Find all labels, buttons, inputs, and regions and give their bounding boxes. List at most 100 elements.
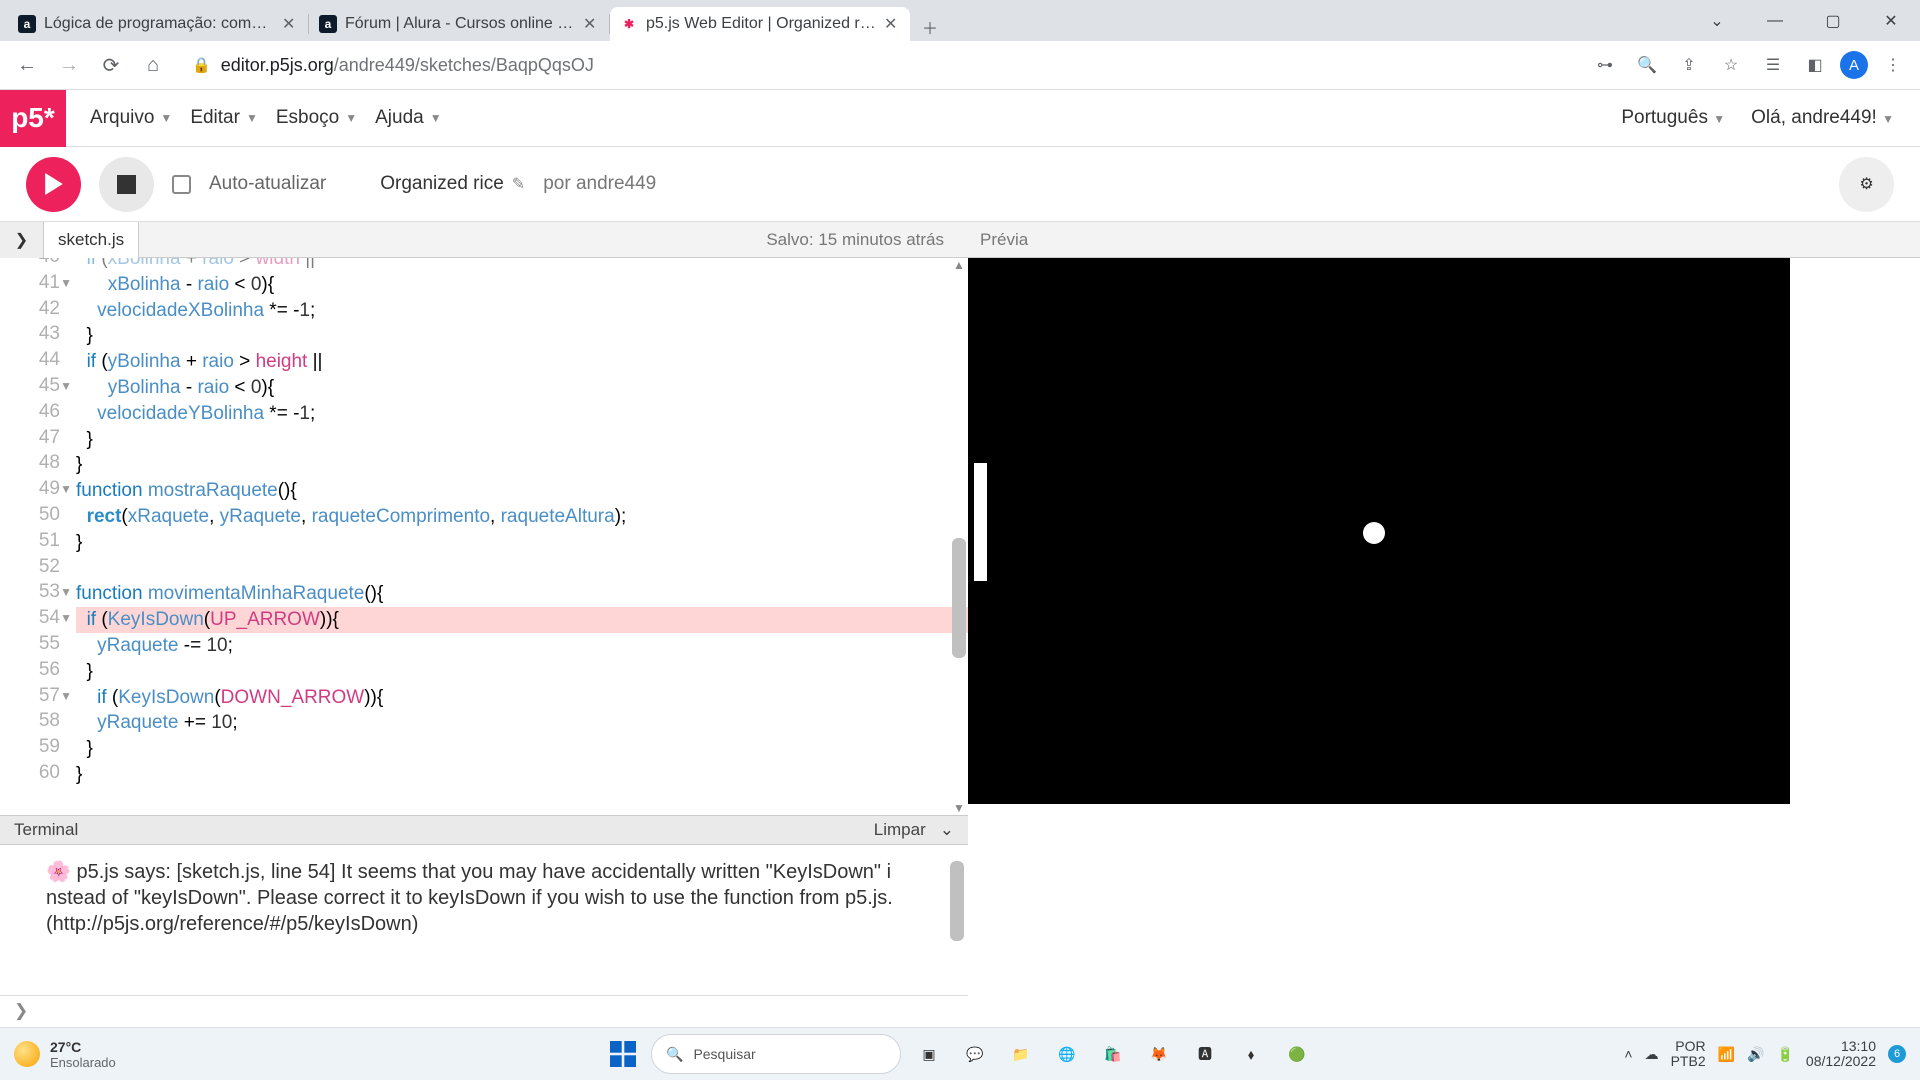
favicon-alura: a (319, 15, 337, 33)
chat-icon[interactable]: 💬 (957, 1036, 993, 1072)
paddle (974, 463, 987, 581)
window-controls: ⌄ — ▢ ✕ (1688, 0, 1920, 41)
favicon-alura: a (18, 15, 36, 33)
minimize-icon[interactable]: — (1746, 0, 1804, 41)
url-host: editor.p5js.org (221, 55, 334, 75)
play-button[interactable] (26, 157, 81, 212)
line-gutter: 4041▼42434445▼46474849▼50515253▼54▼55565… (0, 258, 70, 815)
reading-list-icon[interactable]: ☰ (1756, 48, 1790, 82)
password-icon[interactable]: ⊶ (1588, 48, 1622, 82)
sun-icon (14, 1041, 40, 1067)
code-body[interactable]: if (xBolinha + raio > width || xBolinha … (70, 258, 968, 815)
zoom-icon[interactable]: 🔍 (1630, 48, 1664, 82)
close-icon[interactable]: ✕ (282, 14, 298, 34)
taskbar-search[interactable]: 🔍Pesquisar (651, 1034, 901, 1074)
settings-button[interactable]: ⚙ (1839, 157, 1894, 212)
tray-chevron-icon[interactable]: ˄ (1624, 1046, 1632, 1062)
forward-icon[interactable]: → (52, 48, 86, 82)
browser-tab[interactable]: a Lógica de programação: comece ✕ (8, 7, 308, 41)
notification-badge[interactable]: 6 (1888, 1045, 1906, 1063)
project-name[interactable]: Organized rice✎ (380, 173, 525, 195)
preview-panel (968, 258, 1920, 815)
close-icon[interactable]: ✕ (884, 14, 900, 34)
url-input[interactable]: 🔒 editor.p5js.org/andre449/sketches/Baqp… (178, 47, 1580, 83)
menu-editar[interactable]: Editar▼ (190, 107, 258, 129)
p5-logo[interactable]: p5* (0, 90, 66, 147)
browser-tab-active[interactable]: ✱ p5.js Web Editor | Organized rice ✕ (610, 7, 910, 41)
dropbox-icon[interactable]: ⬧ (1233, 1036, 1269, 1072)
menu-icon[interactable]: ⋮ (1876, 48, 1910, 82)
home-icon[interactable]: ⌂ (136, 48, 170, 82)
start-button[interactable] (605, 1036, 641, 1072)
user-greeting[interactable]: Olá, andre449! ▼ (1751, 107, 1894, 129)
bookmark-icon[interactable]: ☆ (1714, 48, 1748, 82)
language-indicator[interactable]: PORPTB2 (1671, 1039, 1706, 1069)
maximize-icon[interactable]: ▢ (1804, 0, 1862, 41)
preview-label: Prévia (968, 230, 1920, 250)
firefox-icon[interactable]: 🦊 (1141, 1036, 1177, 1072)
file-name-tab[interactable]: sketch.js (44, 222, 139, 258)
editor-scrollbar[interactable]: ▲ ▼ (952, 258, 966, 815)
store-icon[interactable]: 🛍️ (1095, 1036, 1131, 1072)
collapse-icon[interactable]: ⌄ (940, 820, 954, 840)
onedrive-icon[interactable]: ☁ (1645, 1046, 1659, 1063)
battery-icon[interactable]: 🔋 (1776, 1046, 1793, 1063)
edit-icon[interactable]: ✎ (512, 174, 525, 194)
browser-tabstrip: a Lógica de programação: comece ✕ a Fóru… (0, 0, 1920, 41)
chrome-icon[interactable]: 🟢 (1279, 1036, 1315, 1072)
file-tab-row: ❯ sketch.js Salvo: 15 minutos atrás Prév… (0, 222, 1920, 258)
chevron-down-icon: ▼ (345, 111, 357, 125)
search-icon: 🔍 (666, 1046, 683, 1063)
reload-icon[interactable]: ⟳ (94, 48, 128, 82)
chevron-down-icon: ▼ (430, 111, 442, 125)
clear-button[interactable]: Limpar (874, 820, 926, 840)
menu-esboco[interactable]: Esboço▼ (276, 107, 357, 129)
code-editor[interactable]: 4041▼42434445▼46474849▼50515253▼54▼55565… (0, 258, 968, 815)
chevron-down-icon: ▼ (1882, 112, 1894, 126)
task-view-icon[interactable]: ▣ (911, 1036, 947, 1072)
browser-tab[interactable]: a Fórum | Alura - Cursos online de ✕ (309, 7, 609, 41)
tab-title: Lógica de programação: comece (44, 15, 274, 33)
scroll-thumb[interactable] (952, 538, 966, 658)
tab-title: Fórum | Alura - Cursos online de (345, 15, 575, 33)
gear-icon: ⚙ (1859, 174, 1873, 194)
tab-title: p5.js Web Editor | Organized rice (646, 15, 876, 33)
expand-files-button[interactable]: ❯ (0, 222, 44, 258)
close-icon[interactable]: ✕ (583, 14, 599, 34)
close-window-icon[interactable]: ✕ (1862, 0, 1920, 41)
system-tray: ˄ ☁ PORPTB2 📶 🔊 🔋 13:1008/12/2022 6 (1624, 1039, 1906, 1069)
menu-ajuda[interactable]: Ajuda▼ (375, 107, 442, 129)
console-scrollbar[interactable] (950, 851, 964, 961)
back-icon[interactable]: ← (10, 48, 44, 82)
lock-icon: 🔒 (192, 56, 211, 74)
profile-avatar[interactable]: A (1840, 51, 1868, 79)
language-selector[interactable]: Português ▼ (1621, 107, 1725, 129)
console-output[interactable]: 🌸 p5.js says: [sketch.js, line 54] It se… (0, 845, 968, 995)
windows-taskbar: 27°C Ensolarado 🔍Pesquisar ▣ 💬 📁 🌐 🛍️ 🦊 … (0, 1027, 1920, 1080)
auto-refresh-checkbox[interactable] (172, 175, 191, 194)
sketch-canvas[interactable] (968, 258, 1790, 804)
auto-refresh-label: Auto-atualizar (209, 173, 326, 195)
new-tab-button[interactable]: ＋ (916, 13, 944, 41)
wifi-icon[interactable]: 📶 (1718, 1046, 1735, 1063)
main-split: 4041▼42434445▼46474849▼50515253▼54▼55565… (0, 258, 1920, 815)
tab-search-icon[interactable]: ⌄ (1688, 0, 1746, 41)
share-icon[interactable]: ⇪ (1672, 48, 1706, 82)
temperature: 27°C (50, 1039, 116, 1055)
amazon-icon[interactable]: 🅰 (1187, 1036, 1223, 1072)
weather-widget[interactable]: 27°C Ensolarado (14, 1039, 116, 1070)
stop-button[interactable] (99, 157, 154, 212)
scroll-down-icon[interactable]: ▼ (952, 801, 966, 815)
scroll-thumb[interactable] (950, 861, 964, 941)
edge-icon[interactable]: 🌐 (1049, 1036, 1085, 1072)
terminal-title: Terminal (14, 820, 78, 840)
clock[interactable]: 13:1008/12/2022 (1806, 1039, 1876, 1069)
menu-arquivo[interactable]: Arquivo▼ (90, 107, 172, 129)
scroll-up-icon[interactable]: ▲ (952, 258, 966, 272)
terminal-header: Terminal Limpar ⌄ (0, 815, 968, 845)
explorer-icon[interactable]: 📁 (1003, 1036, 1039, 1072)
console-prompt[interactable]: ❯ (0, 995, 968, 1025)
volume-icon[interactable]: 🔊 (1747, 1046, 1764, 1063)
taskbar-center: 🔍Pesquisar ▣ 💬 📁 🌐 🛍️ 🦊 🅰 ⬧ 🟢 (605, 1034, 1315, 1074)
sidepanel-icon[interactable]: ◧ (1798, 48, 1832, 82)
